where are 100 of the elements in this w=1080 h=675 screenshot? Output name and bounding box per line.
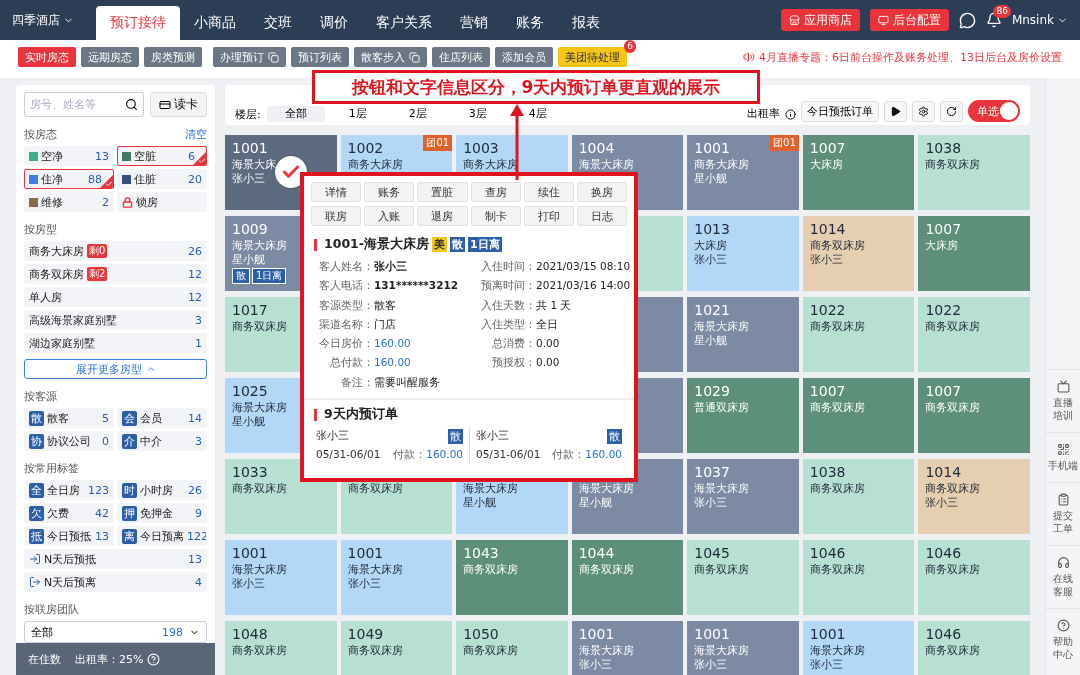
room-number: 1021	[694, 302, 730, 319]
filter-label: 住净	[41, 171, 63, 187]
occupied-count: 在住数	[28, 651, 61, 667]
filter-label: 散客	[47, 410, 69, 426]
room-type: 商务双床房	[925, 481, 981, 495]
filter-label: 住脏	[134, 171, 156, 187]
field-value: 张小三	[374, 259, 407, 274]
section-title: 按房态	[24, 127, 57, 142]
annotation-text: 按钮和文字信息区分，9天内预订单更直观的展示	[351, 75, 721, 99]
section-title: 按联房团队	[24, 602, 79, 617]
filter-count: 88	[88, 172, 102, 186]
room-type: 商务双床房	[463, 643, 519, 657]
field-value: 2021/03/16 14:00	[536, 278, 631, 294]
tag-icon: 全	[29, 482, 44, 498]
filter-count: 123	[88, 483, 109, 497]
field-label: 入住天数：	[480, 297, 537, 313]
room-type: 商务双床房	[463, 562, 519, 576]
field-label: 备注：	[340, 374, 374, 390]
filter-label: 欠费	[47, 505, 69, 521]
filter-count: 3	[195, 434, 202, 448]
room-type: 商务双床房	[232, 481, 287, 495]
room-number: 1022	[925, 302, 962, 319]
room-type-label: 高级海景家庭别墅	[29, 312, 117, 328]
room-type: 商务双床房	[925, 157, 981, 171]
tag-icon: 会	[122, 410, 137, 426]
tag-icon: 抵	[29, 528, 44, 544]
room-type: 普通双床房	[694, 400, 750, 414]
field-label: 总消费：	[491, 336, 537, 352]
field-value: 0.00	[536, 336, 560, 352]
room-type: 商务双床房	[809, 562, 865, 576]
room-number: 1029	[694, 383, 730, 400]
field-value: 需要叫醒服务	[374, 374, 440, 390]
remaining-badge: 剩0	[87, 244, 108, 258]
room-number: 1025	[232, 383, 268, 400]
room-number: 1038	[809, 464, 846, 481]
guest-name: 张小三	[232, 171, 265, 185]
guest-name: 张小三	[809, 657, 843, 671]
filter-count: 26	[188, 483, 202, 497]
filter-label: 小时房	[140, 482, 173, 498]
announcement-text: 4月直播专题：6日前台操作及账务处理、13日后台及房价设置	[759, 49, 1062, 65]
status-badge: 1日离	[252, 268, 287, 284]
room-type: 商务双床房	[809, 238, 865, 252]
room-number: 1001	[694, 626, 730, 643]
room-type: 大床房	[694, 238, 728, 252]
room-type: 商务双床房	[347, 643, 403, 657]
room-type: 商务双床房	[347, 481, 403, 495]
room-type: 商务双床房	[578, 562, 634, 576]
filter-count: 2	[102, 195, 109, 209]
room-number: 1049	[347, 626, 384, 643]
occupancy-label: 出租率	[747, 107, 780, 121]
room-number: 1007	[925, 383, 962, 400]
room-type: 大床房	[925, 238, 959, 252]
filter-label: 锁房	[136, 194, 158, 210]
room-number: 1045	[694, 545, 730, 562]
room-type: 商务双床房	[809, 481, 865, 495]
count-badge: 6	[624, 40, 636, 53]
room-number: 1017	[232, 302, 268, 319]
room-number: 1037	[694, 464, 730, 481]
tag-icon: 欠	[29, 505, 44, 521]
room-type: 商务双床房	[925, 562, 981, 576]
room-type: 商务大床房	[347, 157, 403, 171]
group-tag: 团01	[770, 135, 799, 151]
room-number: 1001	[347, 545, 384, 562]
room-number: 1003	[463, 140, 499, 157]
room-number: 1007	[925, 221, 962, 238]
room-type: 商务双床房	[925, 400, 981, 414]
room-type-label: 单人房	[29, 289, 62, 305]
room-type: 商务双床房	[232, 319, 287, 333]
filter-count: 13	[188, 552, 202, 566]
field-value: 散客	[374, 297, 396, 313]
room-number: 1046	[925, 626, 962, 643]
room-type: 商务双床房	[809, 400, 865, 414]
filter-count: 6	[188, 149, 195, 163]
room-number: 1001	[694, 140, 730, 157]
room-type-count: 12	[188, 267, 202, 281]
section-title: 按客源	[24, 389, 57, 404]
room-badge: 美	[432, 237, 447, 252]
field-label: 入住时间：	[480, 259, 537, 274]
filter-label: 空净	[41, 148, 63, 164]
room-type-count: 1	[195, 336, 202, 350]
filter-count: 4	[195, 575, 202, 589]
guest-name: 星小舰	[232, 252, 265, 266]
room-number: 1001	[232, 545, 268, 562]
room-type-label: 商务大床房	[29, 243, 84, 259]
guest-name: 张小三	[925, 495, 959, 509]
field-value: 门店	[374, 316, 396, 332]
tag-icon: 押	[122, 505, 137, 521]
tag-icon: 协	[29, 433, 44, 449]
room-type: 海景大床房	[809, 643, 865, 657]
room-number: 1014	[925, 464, 962, 481]
filter-count: 0	[102, 434, 109, 448]
room-number: 1004	[578, 140, 615, 157]
room-number: 1033	[232, 464, 268, 481]
field-value: 2021/03/15 08:10	[536, 259, 631, 274]
field-label: 预离时间：	[480, 278, 537, 294]
filter-count: 9	[195, 506, 202, 520]
field-value: 160.00	[374, 336, 411, 352]
filter-count: 14	[188, 411, 202, 425]
filter-label: 全日房	[47, 482, 80, 498]
room-type: 商务双床房	[232, 643, 287, 657]
